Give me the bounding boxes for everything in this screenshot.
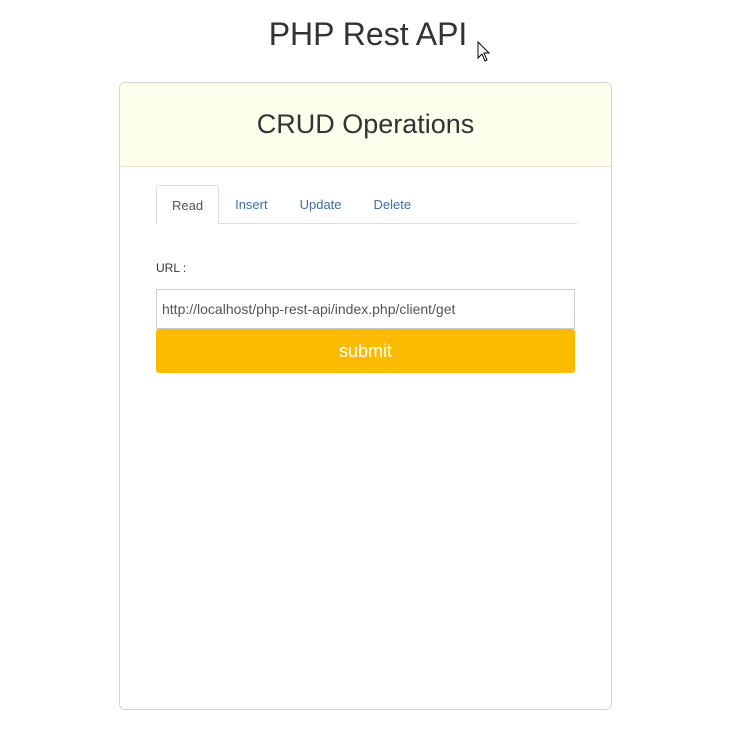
tab-delete[interactable]: Delete [358,185,428,223]
tab-insert[interactable]: Insert [219,185,284,223]
page: PHP Rest API CRUD Operations Read Insert… [0,0,736,749]
submit-button[interactable]: submit [156,329,575,373]
read-form: URL : submit [156,261,575,373]
url-input[interactable] [156,289,575,329]
mouse-pointer-icon [477,41,491,62]
tab-read[interactable]: Read [156,185,220,224]
crud-panel: CRUD Operations Read Insert Update Delet… [119,82,612,710]
panel-heading: CRUD Operations [120,83,611,167]
crud-tabs: Read Insert Update Delete [156,185,577,224]
page-title: PHP Rest API [268,16,468,52]
tab-update[interactable]: Update [284,185,358,223]
url-label: URL : [156,261,187,275]
panel-title: CRUD Operations [256,109,475,139]
